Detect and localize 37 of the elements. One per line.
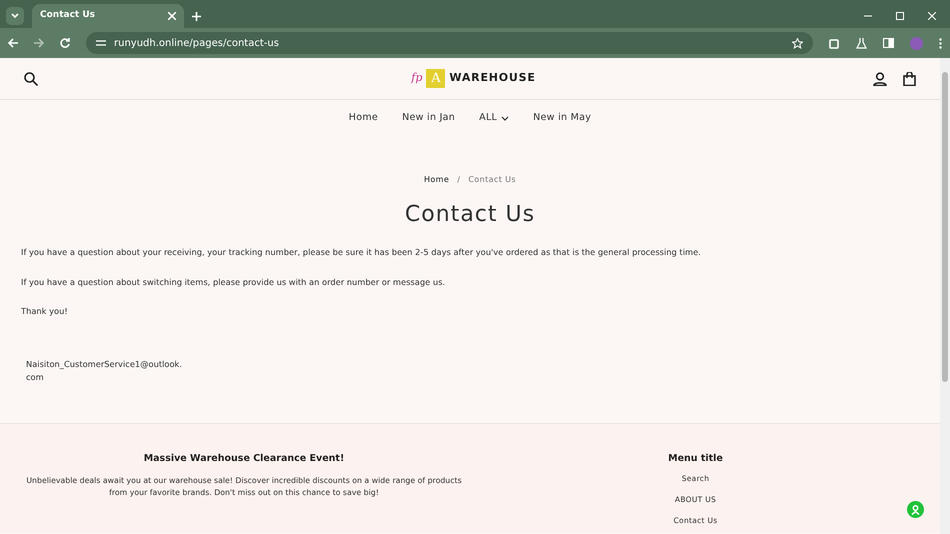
bag-icon[interactable] bbox=[903, 72, 916, 86]
forward-icon[interactable] bbox=[34, 38, 44, 48]
store-logo[interactable]: fp A WAREHOUSE bbox=[411, 69, 536, 88]
menu-icon[interactable] bbox=[939, 38, 942, 48]
email-address: Naisiton_CustomerService1@outlook.com bbox=[26, 358, 183, 384]
browser-tab[interactable]: Contact Us bbox=[32, 4, 184, 28]
url-text[interactable]: runyudh.online/pages/contact-us bbox=[114, 36, 279, 50]
maximize-icon[interactable] bbox=[896, 12, 904, 20]
breadcrumb-separator: / bbox=[457, 174, 460, 186]
nav-link[interactable]: Home bbox=[348, 110, 378, 126]
new-tab-icon[interactable] bbox=[192, 12, 201, 20]
breadcrumb-link[interactable]: Home bbox=[424, 174, 450, 186]
nav-link[interactable]: New in Jan bbox=[402, 110, 456, 126]
footer-heading: Massive Warehouse Clearance Event! bbox=[142, 452, 346, 466]
nav-link[interactable]: ALL bbox=[479, 110, 510, 126]
page-title: Contact Us bbox=[404, 202, 536, 228]
paragraph: If you have a question about your receiving, your tracking number, please be sure it has been 2-5 days after you've ordered as that is the general processing time. bbox=[21, 246, 702, 259]
flask-icon[interactable] bbox=[856, 38, 867, 48]
star-icon[interactable] bbox=[792, 38, 803, 48]
person-icon bbox=[911, 504, 920, 514]
account-icon[interactable] bbox=[873, 72, 887, 86]
site-settings-icon[interactable] bbox=[96, 39, 106, 47]
breadcrumb-current: Contact Us bbox=[468, 174, 516, 186]
footer-menu-heading: Menu title bbox=[667, 452, 724, 466]
nav-link[interactable]: New in May bbox=[533, 110, 592, 126]
search-icon[interactable] bbox=[24, 72, 38, 86]
tab-list-button[interactable] bbox=[6, 7, 24, 25]
chevron-down-icon bbox=[11, 13, 19, 19]
scrollbar[interactable] bbox=[940, 58, 950, 534]
reload-icon[interactable] bbox=[60, 38, 70, 48]
side-panel-icon[interactable] bbox=[883, 38, 894, 48]
paragraph: Thank you! bbox=[21, 305, 69, 318]
extensions-icon[interactable] bbox=[829, 38, 840, 48]
close-icon[interactable] bbox=[928, 12, 936, 20]
back-icon[interactable] bbox=[8, 38, 18, 48]
close-tab-icon[interactable] bbox=[168, 12, 176, 20]
paragraph: If you have a question about switching items, please provide us with an order number or message us. bbox=[21, 276, 446, 288]
